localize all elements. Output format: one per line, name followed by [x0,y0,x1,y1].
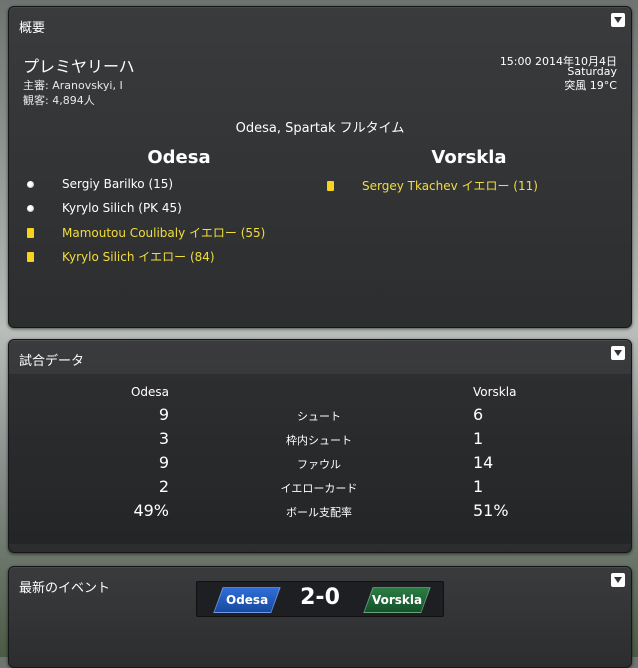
away-team-badge[interactable]: Vorskla [363,587,431,613]
yellow-card-icon [327,180,334,191]
stat-name: シュート [297,410,341,423]
stats-title: 試合データ [19,354,85,369]
latest-events-panel: 最新のイベント Odesa 2-0 Vorskla [8,566,632,668]
away-team-heading: Vorskla [431,147,507,168]
stat-home-value: 2 [158,477,169,496]
stat-home-value: 3 [158,429,169,448]
attendance-text: 観客: 4,894人 [23,94,95,107]
home-event-4: Kyrylo Silich イエロー (84) [27,248,215,265]
match-stats-panel: 試合データ Odesa Vorskla 9 シュート 6 3 枠内シュート 1 … [8,339,632,553]
ball-icon [27,204,34,212]
overview-collapse-button[interactable] [611,13,625,27]
stats-away-label: Vorskla [473,385,517,399]
event-text: Kyrylo Silich イエロー (84) [62,250,215,264]
stat-away-value: 1 [473,477,484,496]
stat-name: 枠内シュート [286,434,352,447]
home-event-3: Mamoutou Coulibaly イエロー (55) [27,224,265,241]
ball-icon [27,180,34,188]
latest-collapse-button[interactable] [611,573,625,587]
stat-home-value: 9 [158,453,169,472]
stat-away-value: 51% [473,501,509,520]
stat-row-yellow-cards: 2 イエローカード 1 [9,477,631,499]
stat-name: ボール支配率 [286,506,352,519]
venue-status: Odesa, Spartak フルタイム [235,121,405,136]
event-text: Sergey Tkachev イエロー (11) [362,179,538,193]
yellow-card-icon [27,251,34,262]
event-text: Sergiy Barilko (15) [62,177,174,191]
stats-home-label: Odesa [130,385,169,399]
scoreboard: Odesa 2-0 Vorskla [196,581,444,617]
chevron-down-icon [614,350,622,356]
event-text: Mamoutou Coulibaly イエロー (55) [62,226,266,240]
stat-name: イエローカード [280,482,358,495]
stat-away-value: 14 [473,453,494,472]
stats-collapse-button[interactable] [611,346,625,360]
stat-away-value: 6 [473,405,484,424]
stat-home-value: 9 [158,405,169,424]
home-event-2: Kyrylo Silich (PK 45) [27,201,182,215]
home-team-heading: Odesa [147,147,211,168]
weather-text: 突風 19°C [564,79,617,92]
chevron-down-icon [614,577,622,583]
score-display: 2-0 [300,585,340,610]
stat-home-value: 49% [133,501,169,520]
overview-panel: 概要 プレミヤリーハ 主審: Aranovskyi, I 観客: 4,894人 … [8,6,632,328]
overview-title: 概要 [19,21,46,36]
competition-name: プレミヤリーハ [23,57,135,76]
chevron-down-icon [614,17,622,23]
latest-title: 最新のイベント [19,581,111,596]
away-team-name: Vorskla [371,593,423,607]
referee-text: 主審: Aranovskyi, I [23,79,123,92]
stat-row-shots-on-target: 3 枠内シュート 1 [9,429,631,451]
away-event-1: Sergey Tkachev イエロー (11) [327,177,538,194]
stat-row-fouls: 9 ファウル 14 [9,453,631,475]
stat-row-shots: 9 シュート 6 [9,405,631,427]
stat-row-possession: 49% ボール支配率 51% [9,501,631,523]
home-team-name: Odesa [225,593,269,607]
yellow-card-icon [27,227,34,238]
home-event-1: Sergiy Barilko (15) [27,177,173,191]
stat-away-value: 1 [473,429,484,448]
stat-name: ファウル [297,458,341,471]
home-team-badge[interactable]: Odesa [213,587,281,613]
event-text: Kyrylo Silich (PK 45) [62,201,182,215]
